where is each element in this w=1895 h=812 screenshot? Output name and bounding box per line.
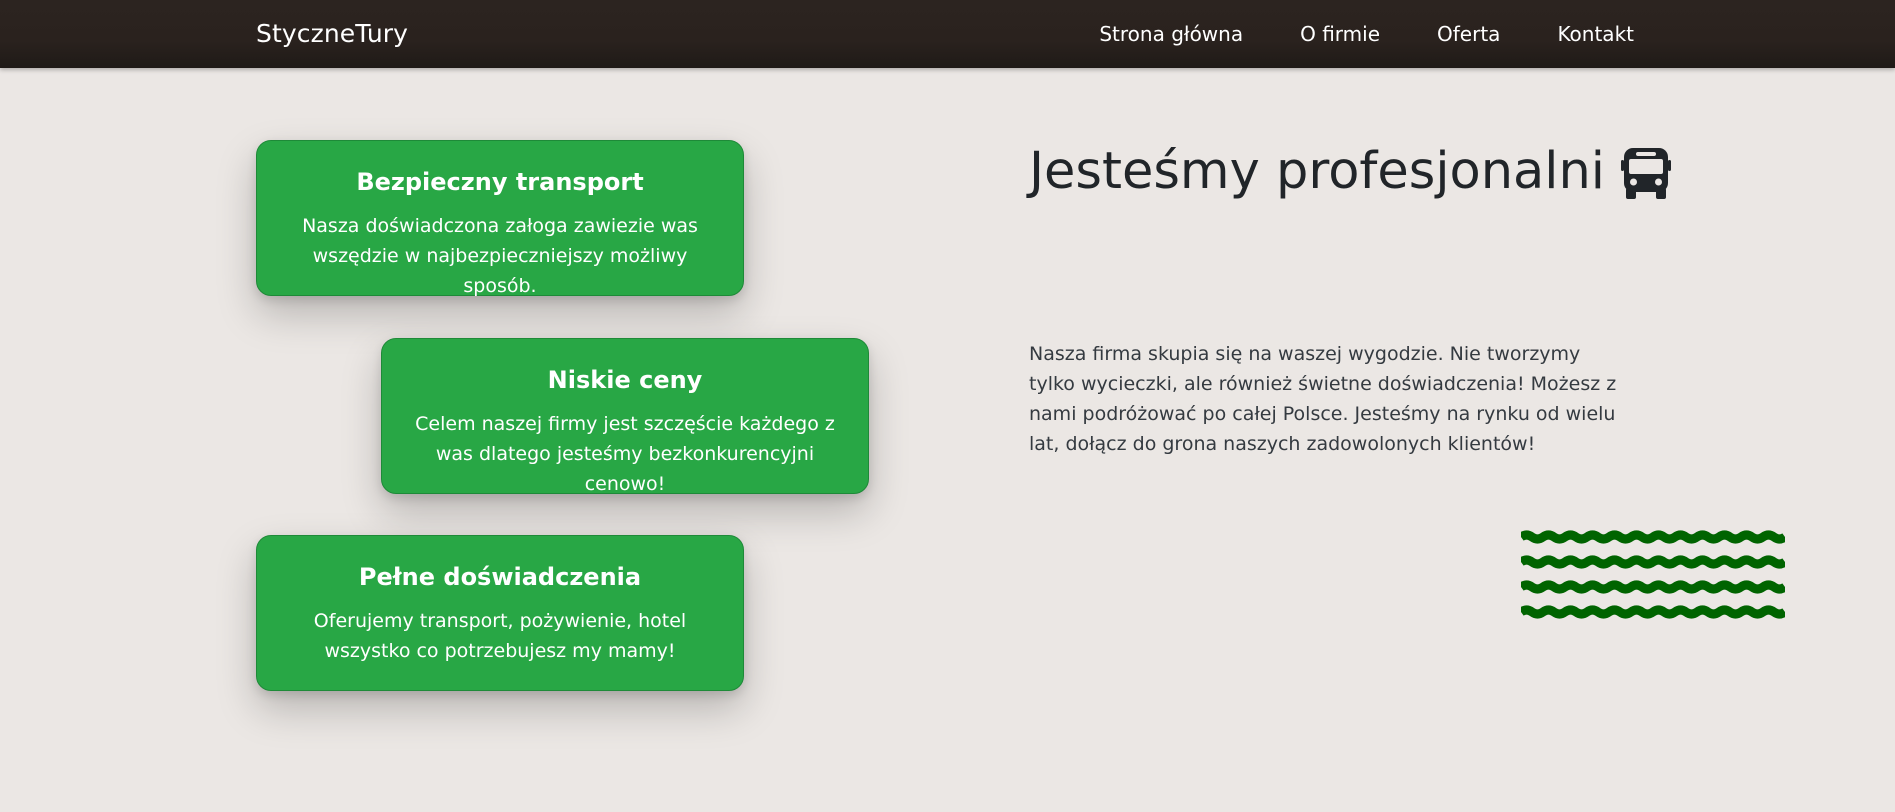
feature-card-low-prices: Niskie ceny Celem naszej firmy jest szcz… <box>381 338 869 495</box>
feature-card-title: Niskie ceny <box>547 366 703 394</box>
wave-line <box>1521 555 1785 569</box>
feature-card-title: Pełne doświadczenia <box>358 563 642 591</box>
nav-link-about[interactable]: O firmie <box>1300 20 1380 48</box>
feature-card-text: Oferujemy transport, pożywienie, hotel w… <box>313 610 687 662</box>
feature-card-title: Bezpieczny transport <box>356 168 644 196</box>
wave-pattern-decoration <box>1521 530 1785 619</box>
feature-card-safe-transport: Bezpieczny transport Nasza doświadczona … <box>256 140 744 297</box>
nav-link-contact[interactable]: Kontakt <box>1557 20 1634 48</box>
nav-links: Strona główna O firmie Oferta Kontakt <box>1099 20 1634 48</box>
nav-link-home[interactable]: Strona główna <box>1099 20 1243 48</box>
wave-line <box>1521 605 1785 619</box>
navbar: StyczneTury Strona główna O firmie Ofert… <box>0 0 1895 68</box>
bus-icon <box>1620 148 1671 200</box>
about-heading-text: Jesteśmy profesjonalni <box>1029 142 1605 201</box>
wave-line <box>1521 580 1785 594</box>
feature-card-text: Nasza doświadczona załoga zawiezie was w… <box>302 215 698 297</box>
feature-card-full-experience: Pełne doświadczenia Oferujemy transport,… <box>256 535 744 691</box>
feature-card-text: Celem naszej firmy jest szczęście każdeg… <box>415 413 835 495</box>
about-heading: Jesteśmy profesjonalni <box>1029 138 1671 206</box>
brand-logo-link[interactable]: StyczneTury <box>256 18 408 50</box>
about-description: Nasza firma skupia się na waszej wygodzi… <box>1029 343 1617 455</box>
wave-line <box>1521 530 1785 544</box>
nav-link-offer[interactable]: Oferta <box>1437 20 1500 48</box>
